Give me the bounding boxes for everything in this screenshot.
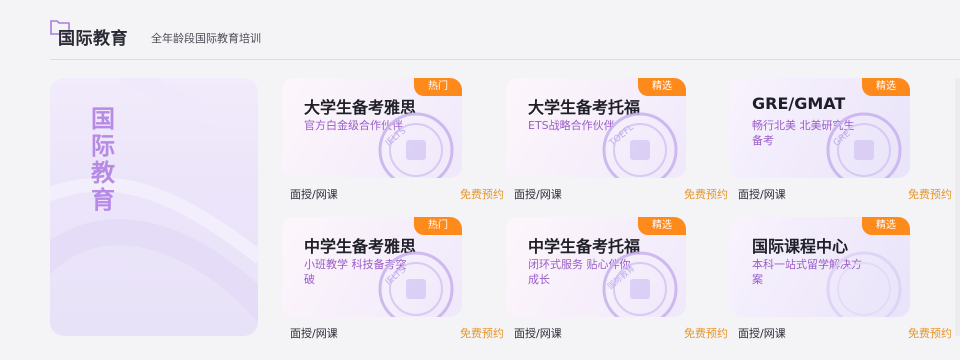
featured-badge: 精选 bbox=[638, 78, 686, 96]
section-subtitle: 全年龄段国际教育培训 bbox=[151, 32, 261, 45]
featured-badge: 精选 bbox=[862, 217, 910, 235]
course-card[interactable]: 精选 中学生备考托福 闭环式服务 贴心伴你成长 国际教育 bbox=[506, 217, 686, 317]
free-booking-link[interactable]: 免费预约 bbox=[460, 186, 504, 202]
free-booking-link[interactable]: 免费预约 bbox=[908, 325, 952, 341]
next-card-peek bbox=[955, 78, 960, 336]
section-header: 国际教育 全年龄段国际教育培训 bbox=[0, 0, 960, 60]
hero-char: 教 bbox=[91, 159, 115, 187]
hero-char: 国 bbox=[91, 105, 115, 133]
free-booking-link[interactable]: 免费预约 bbox=[460, 325, 504, 341]
hero-char: 育 bbox=[91, 186, 115, 214]
course-mode: 面授/网课 bbox=[514, 327, 562, 340]
card-footer: 面授/网课 免费预约 bbox=[738, 186, 952, 202]
course-card[interactable]: 热门 大学生备考雅思 官方白金级合作伙伴 IELTS bbox=[282, 78, 462, 178]
hero-banner[interactable]: 国 际 教 育 bbox=[50, 78, 258, 336]
free-booking-link[interactable]: 免费预约 bbox=[684, 186, 728, 202]
toefl-stamp-icon: TOEFL bbox=[602, 112, 678, 178]
hero-decoration bbox=[50, 78, 258, 323]
hero-title: 国 际 教 育 bbox=[86, 106, 120, 214]
stamp-text: GRE bbox=[832, 129, 853, 149]
hero-char: 际 bbox=[91, 132, 115, 160]
header-divider bbox=[50, 59, 960, 60]
course-mode: 面授/网课 bbox=[290, 188, 338, 201]
course-mode: 面授/网课 bbox=[514, 188, 562, 201]
free-booking-link[interactable]: 免费预约 bbox=[908, 186, 952, 202]
hot-badge: 热门 bbox=[414, 217, 462, 235]
course-card[interactable]: 精选 大学生备考托福 ETS战略合作伙伴 TOEFL bbox=[506, 78, 686, 178]
ielts-stamp-icon: IELTS bbox=[378, 112, 454, 178]
free-booking-link[interactable]: 免费预约 bbox=[684, 325, 728, 341]
featured-badge: 精选 bbox=[862, 78, 910, 96]
course-card[interactable]: 精选 国际课程中心 本科一站式留学解决方案 bbox=[730, 217, 910, 317]
course-mode: 面授/网课 bbox=[738, 327, 786, 340]
course-mode: 面授/网课 bbox=[290, 327, 338, 340]
decorative-stamp-icon bbox=[826, 251, 902, 317]
ielts-stamp-icon: IELTS bbox=[378, 251, 454, 317]
section-title: 国际教育 bbox=[58, 29, 128, 49]
card-footer: 面授/网课 免费预约 bbox=[290, 325, 504, 341]
gre-stamp-icon: GRE bbox=[826, 112, 902, 178]
card-footer: 面授/网课 免费预约 bbox=[514, 186, 728, 202]
featured-badge: 精选 bbox=[638, 217, 686, 235]
page: 国际教育 全年龄段国际教育培训 国 际 教 育 热门 大学生备考雅思 官方白金级… bbox=[0, 0, 960, 360]
course-card[interactable]: 热门 中学生备考雅思 小班教学 科技备考突破 IELTS bbox=[282, 217, 462, 317]
card-footer: 面授/网课 免费预约 bbox=[514, 325, 728, 341]
course-mode: 面授/网课 bbox=[738, 188, 786, 201]
intl-edu-stamp-icon: 国际教育 bbox=[602, 251, 678, 317]
card-footer: 面授/网课 免费预约 bbox=[290, 186, 504, 202]
card-footer: 面授/网课 免费预约 bbox=[738, 325, 952, 341]
course-card[interactable]: 精选 GRE/GMAT 畅行北美 北美研究生备考 GRE bbox=[730, 78, 910, 178]
hot-badge: 热门 bbox=[414, 78, 462, 96]
